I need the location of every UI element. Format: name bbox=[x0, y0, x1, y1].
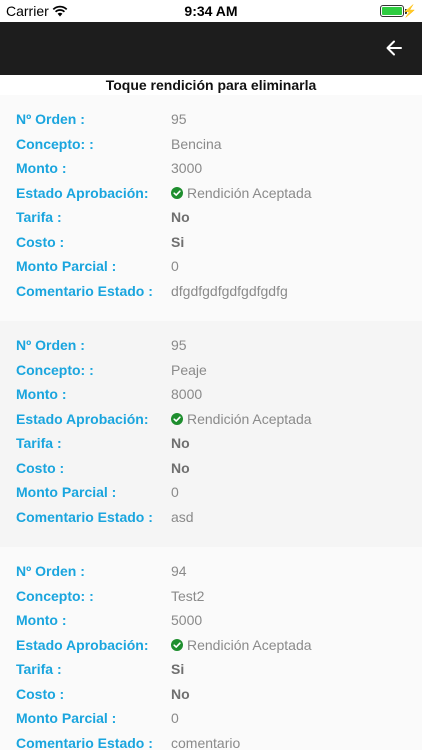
monto-parcial-label: Monto Parcial : bbox=[16, 484, 117, 500]
comentario-value: dfgdfgdfgdfgdfgdfg bbox=[171, 282, 288, 299]
comentario-row: Comentario Estado : comentario bbox=[0, 731, 422, 750]
tarifa-value: Si bbox=[171, 661, 185, 677]
concepto-row: Concepto: : Peaje bbox=[0, 358, 422, 383]
tarifa-value: No bbox=[171, 435, 190, 451]
nav-bar bbox=[0, 22, 422, 75]
monto-value: 8000 bbox=[171, 386, 203, 402]
concepto-value: Test2 bbox=[171, 587, 205, 604]
monto-row: Monto : 5000 bbox=[0, 608, 422, 633]
costo-row: Costo : No bbox=[0, 456, 422, 481]
concepto-label: Concepto: : bbox=[16, 587, 94, 604]
monto-parcial-row: Monto Parcial : 0 bbox=[0, 254, 422, 279]
costo-label: Costo : bbox=[16, 233, 65, 250]
rendicion-card[interactable]: Nº Orden : 95 Concepto: : Peaje Monto : … bbox=[0, 321, 422, 547]
monto-value: 3000 bbox=[171, 160, 203, 176]
comentario-label: Comentario Estado : bbox=[16, 734, 153, 750]
estado-text: Rendición Aceptada bbox=[187, 636, 312, 653]
costo-label: Costo : bbox=[16, 459, 65, 476]
concepto-row: Concepto: : Bencina bbox=[0, 132, 422, 157]
comentario-value: comentario bbox=[171, 734, 241, 750]
monto-parcial-value: 0 bbox=[171, 484, 179, 500]
monto-label: Monto : bbox=[16, 160, 67, 176]
orden-value: 95 bbox=[171, 111, 187, 127]
comentario-row: Comentario Estado : dfgdfgdfgdfgdfgdfg bbox=[0, 279, 422, 304]
estado-value: Rendición Aceptada bbox=[171, 407, 312, 432]
estado-value: Rendición Aceptada bbox=[171, 181, 312, 206]
orden-label: Nº Orden : bbox=[16, 111, 85, 127]
orden-value: 95 bbox=[171, 337, 187, 353]
concepto-label: Concepto: : bbox=[16, 135, 94, 152]
orden-row: Nº Orden : 95 bbox=[0, 333, 422, 358]
monto-parcial-value: 0 bbox=[171, 258, 179, 274]
charging-icon: ⚡ bbox=[402, 4, 417, 18]
comentario-row: Comentario Estado : asd bbox=[0, 505, 422, 530]
battery-level bbox=[382, 7, 402, 15]
delete-hint: Toque rendición para eliminarla bbox=[105, 77, 317, 93]
concepto-label: Concepto: : bbox=[16, 361, 94, 378]
tarifa-label: Tarifa : bbox=[16, 435, 62, 451]
costo-value: No bbox=[171, 459, 190, 476]
comentario-label: Comentario Estado : bbox=[16, 282, 153, 299]
concepto-row: Concepto: : Test2 bbox=[0, 584, 422, 609]
monto-label: Monto : bbox=[16, 612, 67, 628]
arrow-left-icon bbox=[386, 40, 402, 56]
tarifa-label: Tarifa : bbox=[16, 209, 62, 225]
monto-parcial-row: Monto Parcial : 0 bbox=[0, 706, 422, 731]
back-button[interactable] bbox=[380, 34, 408, 62]
monto-parcial-value: 0 bbox=[171, 710, 179, 726]
check-circle-icon bbox=[171, 638, 183, 651]
costo-row: Costo : No bbox=[0, 682, 422, 707]
estado-row: Estado Aprobación: Rendición Aceptada bbox=[0, 181, 422, 206]
check-circle-icon bbox=[171, 186, 183, 199]
rendicion-card[interactable]: Nº Orden : 94 Concepto: : Test2 Monto : … bbox=[0, 547, 422, 750]
monto-parcial-label: Monto Parcial : bbox=[16, 258, 117, 274]
tarifa-row: Tarifa : No bbox=[0, 431, 422, 456]
tarifa-value: No bbox=[171, 209, 190, 225]
costo-value: Si bbox=[171, 233, 185, 250]
tarifa-row: Tarifa : No bbox=[0, 205, 422, 230]
estado-text: Rendición Aceptada bbox=[187, 410, 312, 427]
estado-row: Estado Aprobación: Rendición Aceptada bbox=[0, 633, 422, 658]
monto-parcial-row: Monto Parcial : 0 bbox=[0, 480, 422, 505]
costo-label: Costo : bbox=[16, 685, 65, 702]
comentario-label: Comentario Estado : bbox=[16, 508, 153, 525]
orden-label: Nº Orden : bbox=[16, 563, 85, 579]
status-bar: Carrier 9:34 AM ⚡ bbox=[0, 0, 422, 22]
estado-label: Estado Aprobación: bbox=[16, 636, 149, 653]
tarifa-row: Tarifa : Si bbox=[0, 657, 422, 682]
concepto-value: Bencina bbox=[171, 135, 222, 152]
concepto-value: Peaje bbox=[171, 361, 207, 378]
monto-value: 5000 bbox=[171, 612, 203, 628]
tarifa-label: Tarifa : bbox=[16, 661, 62, 677]
rendicion-list: Nº Orden : 95 Concepto: : Bencina Monto … bbox=[0, 95, 422, 750]
monto-label: Monto : bbox=[16, 386, 67, 402]
estado-label: Estado Aprobación: bbox=[16, 184, 149, 201]
monto-row: Monto : 8000 bbox=[0, 382, 422, 407]
rendicion-card[interactable]: Nº Orden : 95 Concepto: : Bencina Monto … bbox=[0, 95, 422, 321]
costo-value: No bbox=[171, 685, 190, 702]
estado-row: Estado Aprobación: Rendición Aceptada bbox=[0, 407, 422, 432]
status-time: 9:34 AM bbox=[184, 3, 238, 19]
check-circle-icon bbox=[171, 412, 183, 425]
estado-value: Rendición Aceptada bbox=[171, 633, 312, 658]
orden-row: Nº Orden : 94 bbox=[0, 559, 422, 584]
estado-label: Estado Aprobación: bbox=[16, 410, 149, 427]
comentario-value: asd bbox=[171, 508, 194, 525]
orden-label: Nº Orden : bbox=[16, 337, 85, 353]
costo-row: Costo : Si bbox=[0, 230, 422, 255]
battery-icon bbox=[380, 5, 404, 17]
orden-value: 94 bbox=[171, 563, 187, 579]
monto-row: Monto : 3000 bbox=[0, 156, 422, 181]
monto-parcial-label: Monto Parcial : bbox=[16, 710, 117, 726]
estado-text: Rendición Aceptada bbox=[187, 184, 312, 201]
orden-row: Nº Orden : 95 bbox=[0, 107, 422, 132]
